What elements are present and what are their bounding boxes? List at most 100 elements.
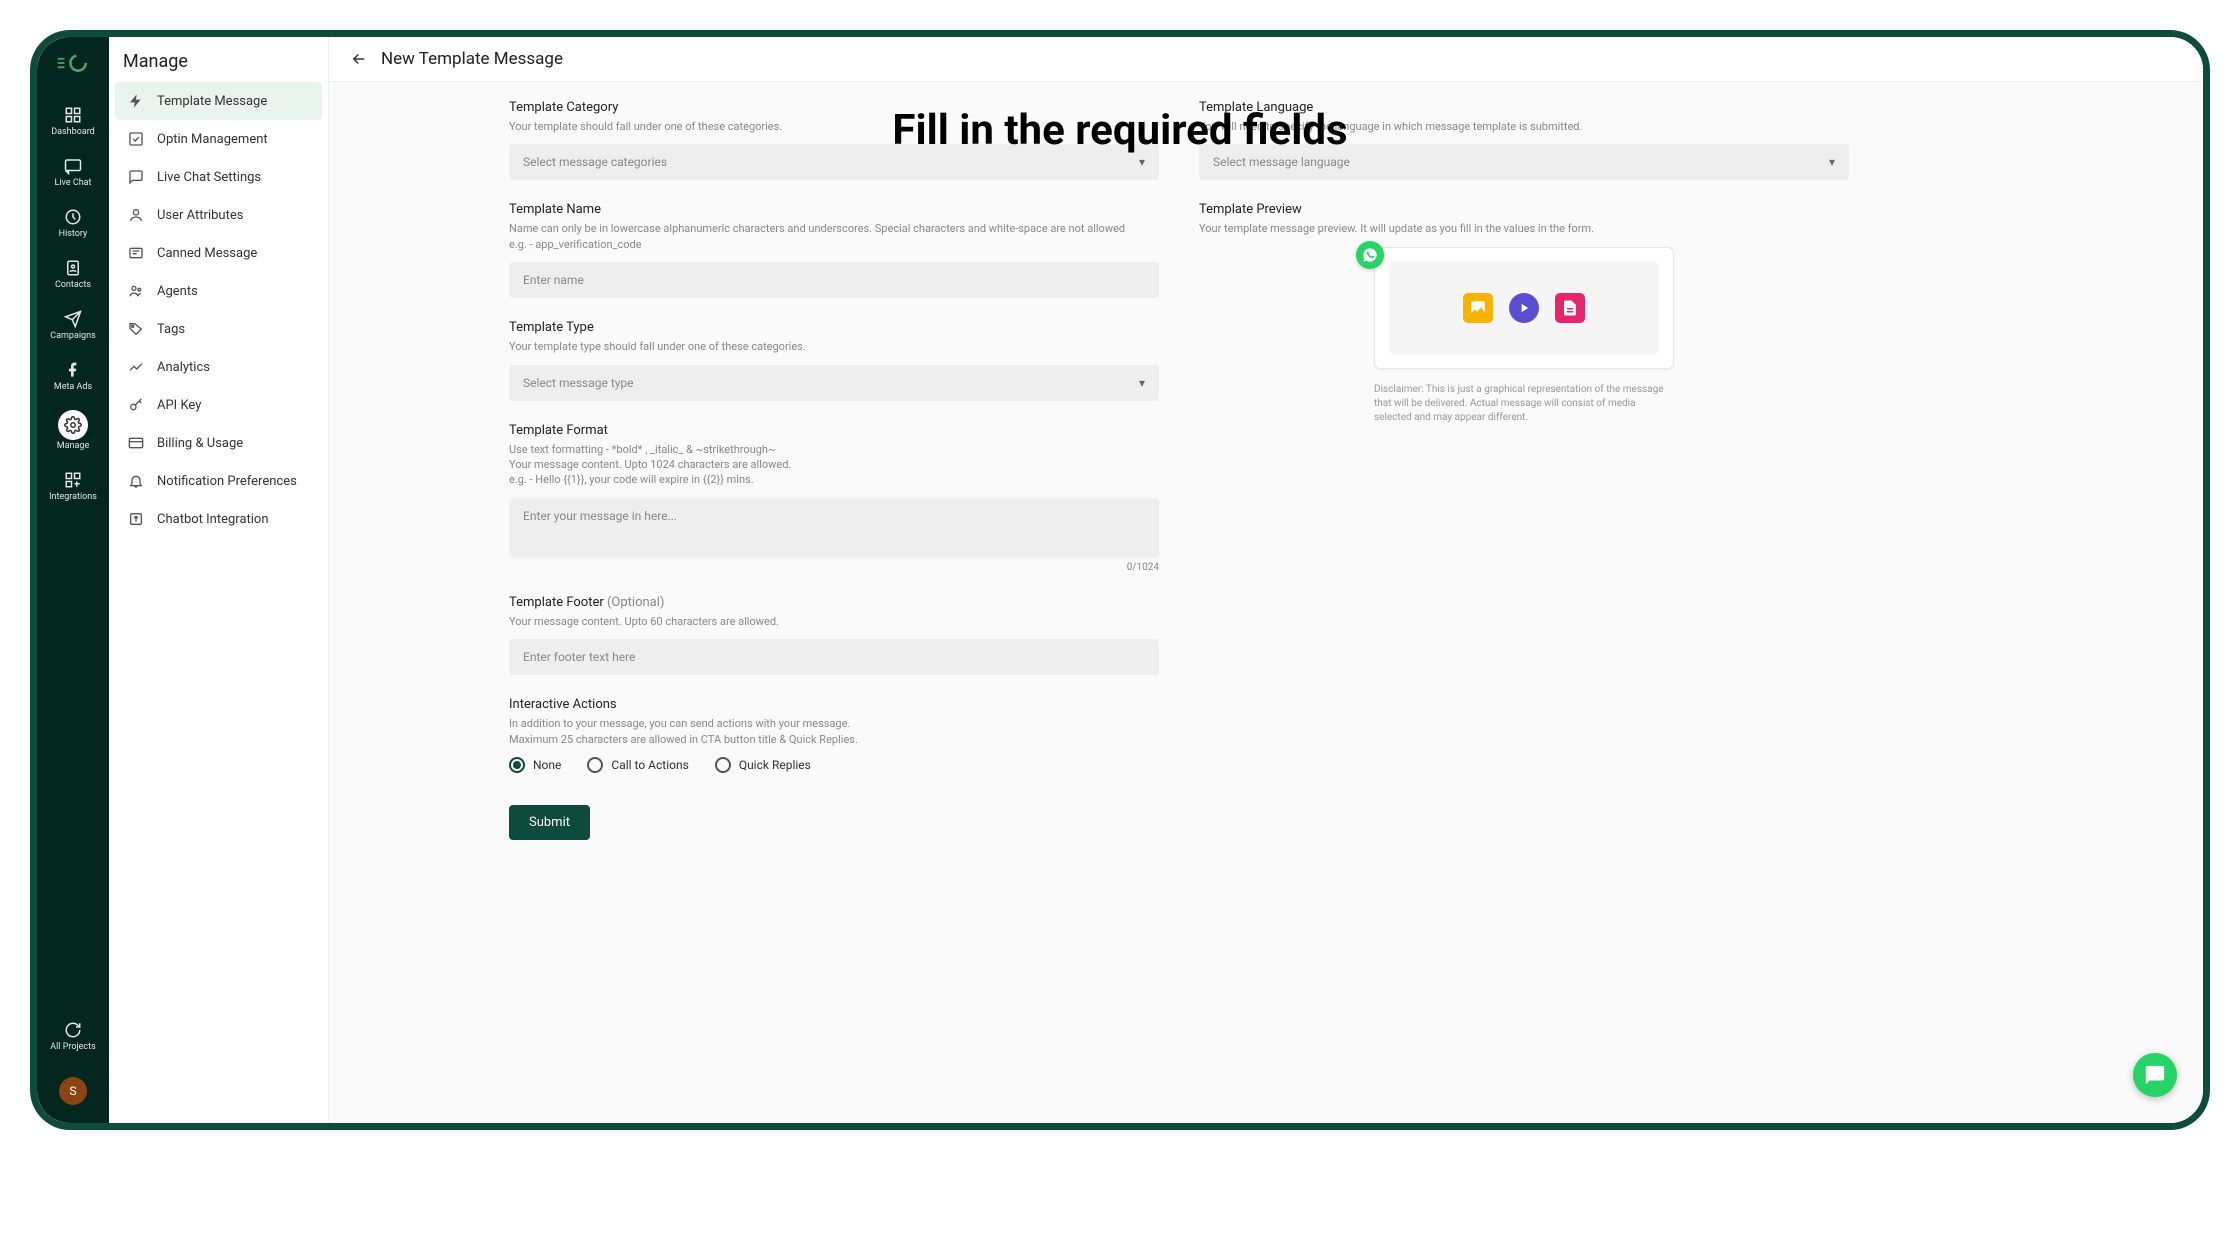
sidebar-item-analytics[interactable]: Analytics (115, 348, 322, 386)
category-select[interactable]: Select message categories ▾ (509, 144, 1159, 180)
sidebar-item-template-message[interactable]: Template Message (115, 82, 322, 120)
input-placeholder: Enter name (523, 273, 584, 287)
format-textarea[interactable]: Enter your message in here... (509, 498, 1159, 558)
refresh-icon (62, 1019, 84, 1041)
card-icon (127, 434, 145, 452)
sidebar-item-label: Analytics (157, 360, 210, 375)
field-actions: Interactive Actions In addition to your … (509, 697, 1159, 773)
sidebar-item-label: Live Chat Settings (157, 170, 261, 185)
sidebar-item-chatbot[interactable]: Chatbot Integration (115, 500, 322, 538)
contacts-icon (62, 257, 84, 279)
whatsapp-icon (1356, 241, 1384, 269)
name-input[interactable]: Enter name (509, 262, 1159, 298)
side-panel-title: Manage (109, 45, 328, 82)
preview-section: Template Preview Your template message p… (1199, 202, 1849, 424)
radio-icon (587, 757, 603, 773)
nav-label: Integrations (49, 493, 97, 502)
nav-label: All Projects (50, 1043, 95, 1052)
field-title: Template Language (1199, 100, 1849, 115)
chevron-down-icon: ▾ (1139, 376, 1145, 390)
select-placeholder: Select message language (1213, 155, 1350, 169)
nav-campaigns[interactable]: Campaigns (37, 301, 109, 348)
sidebar-item-label: API Key (157, 398, 201, 413)
nav-dashboard[interactable]: Dashboard (37, 97, 109, 144)
chevron-down-icon: ▾ (1139, 155, 1145, 169)
sidebar-item-user-attributes[interactable]: User Attributes (115, 196, 322, 234)
nav-contacts[interactable]: Contacts (37, 250, 109, 297)
sidebar-item-label: Canned Message (157, 246, 257, 261)
sidebar-item-label: Chatbot Integration (157, 512, 269, 527)
message-icon (127, 168, 145, 186)
sidebar-item-label: Optin Management (157, 132, 268, 147)
gear-icon (62, 414, 84, 436)
user-avatar[interactable]: S (59, 1077, 87, 1105)
type-select[interactable]: Select message type ▾ (509, 365, 1159, 401)
page-title: New Template Message (381, 49, 563, 69)
radio-label: Quick Replies (739, 758, 811, 772)
sidebar-item-label: Tags (157, 322, 185, 337)
key-icon (127, 396, 145, 414)
field-name: Template Name Name can only be in lowerc… (509, 202, 1159, 298)
nav-label: Campaigns (50, 332, 95, 341)
field-language: Template Language You will need to speci… (1199, 100, 1849, 180)
preview-help: Your template message preview. It will u… (1199, 221, 1849, 236)
image-icon (1463, 293, 1493, 323)
preview-title: Template Preview (1199, 202, 1849, 217)
field-category: Template Category Your template should f… (509, 100, 1159, 180)
field-title: Template Footer (Optional) (509, 595, 1159, 610)
nav-label: Dashboard (51, 128, 95, 137)
checkbox-icon (127, 130, 145, 148)
video-icon (1509, 293, 1539, 323)
user-icon (127, 206, 145, 224)
nav-label: History (59, 230, 88, 239)
textarea-placeholder: Enter your message in here... (523, 509, 677, 523)
nav-livechat[interactable]: Live Chat (37, 148, 109, 195)
field-format: Template Format Use text formatting - *b… (509, 423, 1159, 573)
nav-history[interactable]: History (37, 199, 109, 246)
history-icon (62, 206, 84, 228)
radio-none[interactable]: None (509, 757, 561, 773)
sidebar-item-billing[interactable]: Billing & Usage (115, 424, 322, 462)
nav-metaads[interactable]: Meta Ads (37, 352, 109, 399)
radio-icon (715, 757, 731, 773)
field-title: Template Category (509, 100, 1159, 115)
chat-fab[interactable] (2133, 1053, 2177, 1097)
footer-input[interactable]: Enter footer text here (509, 639, 1159, 675)
sidebar-item-optin[interactable]: Optin Management (115, 120, 322, 158)
radio-label: None (533, 758, 561, 772)
sidebar-item-label: Billing & Usage (157, 436, 243, 451)
document-icon (1555, 293, 1585, 323)
field-help: Name can only be in lowercase alphanumer… (509, 221, 1159, 252)
language-select[interactable]: Select message language ▾ (1199, 144, 1849, 180)
side-panel: Manage Template Message Optin Management… (109, 37, 329, 1123)
sidebar-item-label: Agents (157, 284, 198, 299)
sidebar-item-apikey[interactable]: API Key (115, 386, 322, 424)
radio-cta[interactable]: Call to Actions (587, 757, 688, 773)
nav-integrations[interactable]: Integrations (37, 462, 109, 509)
field-title: Interactive Actions (509, 697, 1159, 712)
facebook-icon (62, 359, 84, 381)
integrations-icon (62, 469, 84, 491)
field-help: Your message content. Upto 60 characters… (509, 614, 1159, 629)
field-help: Your template should fall under one of t… (509, 119, 1159, 134)
nav-manage[interactable]: Manage (37, 403, 109, 458)
sidebar-item-livechat-settings[interactable]: Live Chat Settings (115, 158, 322, 196)
sidebar-item-agents[interactable]: Agents (115, 272, 322, 310)
back-button[interactable] (349, 49, 369, 69)
sidebar-item-tags[interactable]: Tags (115, 310, 322, 348)
sidebar-item-canned[interactable]: Canned Message (115, 234, 322, 272)
submit-button[interactable]: Submit (509, 805, 590, 840)
sidebar-item-label: Template Message (157, 94, 267, 109)
field-title: Template Name (509, 202, 1159, 217)
select-placeholder: Select message type (523, 376, 634, 390)
app-logo (55, 45, 91, 81)
nav-label: Live Chat (55, 179, 92, 188)
field-type: Template Type Your template type should … (509, 320, 1159, 400)
chat-icon (62, 155, 84, 177)
export-icon (127, 510, 145, 528)
sidebar-item-notifications[interactable]: Notification Preferences (115, 462, 322, 500)
radio-quick-replies[interactable]: Quick Replies (715, 757, 811, 773)
nav-all-projects[interactable]: All Projects (37, 1012, 109, 1059)
field-title: Template Format (509, 423, 1159, 438)
radio-label: Call to Actions (611, 758, 688, 772)
